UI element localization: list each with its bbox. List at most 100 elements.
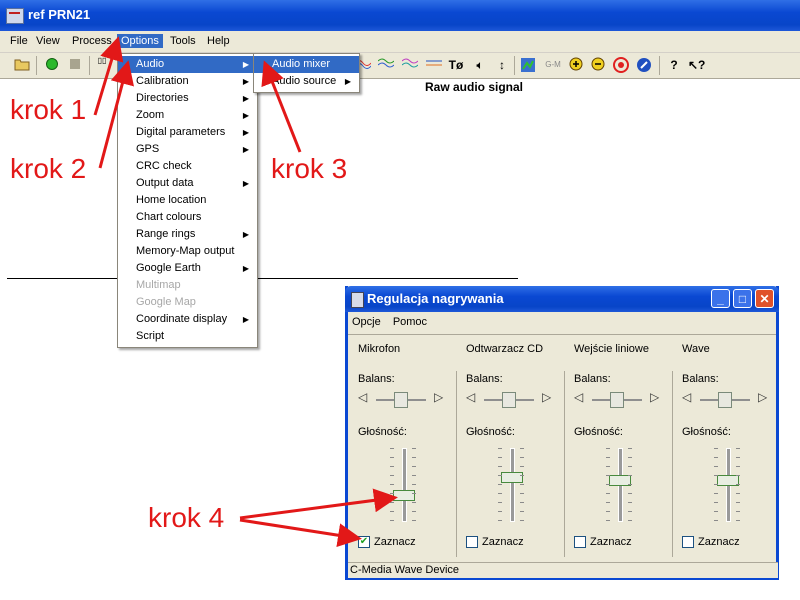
menu-item-script[interactable]: Script (118, 328, 257, 345)
volume-tick (714, 475, 718, 476)
menu-item-gps[interactable]: GPS ▶ (118, 141, 257, 158)
balance-slider[interactable] (718, 392, 732, 408)
menu-item-audio[interactable]: Audio ▶ (118, 56, 257, 73)
wave-blue-icon[interactable] (401, 57, 419, 73)
audio-submenu: Audio mixer Audio source ▶ (253, 53, 360, 93)
speaker-left-icon: ◁ (574, 390, 584, 404)
menu-item-label: Zoom (136, 109, 165, 121)
menu-item-label: Script (136, 330, 165, 342)
zoom-out-icon[interactable] (590, 57, 606, 73)
volume-tick (390, 520, 394, 521)
menu-item-coordinate-display[interactable]: Coordinate display ▶ (118, 311, 257, 328)
menu-item-range-rings[interactable]: Range rings ▶ (118, 226, 257, 243)
volume-tick (606, 466, 610, 467)
menu-item-memory-map-output[interactable]: Memory-Map output (118, 243, 257, 260)
map-icon[interactable] (520, 57, 536, 73)
menu-item-output-data[interactable]: Output data ▶ (118, 175, 257, 192)
volume-tick (628, 457, 632, 458)
menu-item-label: Multimap (136, 279, 181, 291)
menu-options[interactable]: Options (117, 34, 163, 48)
channel-mikrofon: Mikrofon Balans: ◁ ▷ Głośność: ✔ Zaznacz (348, 338, 455, 566)
menu-item-label: Audio source (272, 75, 337, 87)
volume-slider[interactable] (501, 471, 523, 483)
submenu-arrow-icon: ▶ (242, 264, 249, 273)
minimize-button[interactable]: _ (711, 289, 730, 308)
help-icon[interactable]: ? (666, 57, 682, 73)
volume-tick (736, 520, 740, 521)
menu-item-calibration[interactable]: Calibration ▶ (118, 73, 257, 90)
volume-tick (628, 475, 632, 476)
menu-help[interactable]: Help (203, 34, 234, 48)
submenu-arrow-icon: ▶ (242, 230, 249, 239)
volume-tick (628, 484, 632, 485)
speaker-right-icon: ▷ (758, 390, 768, 404)
menu-item-crc-check[interactable]: CRC check (118, 158, 257, 175)
menu-item-audio-mixer[interactable]: Audio mixer (254, 56, 359, 73)
target-icon[interactable] (613, 57, 629, 73)
toolbar-separator (89, 56, 90, 75)
stop-square-icon[interactable] (67, 57, 83, 73)
volume-tick (498, 511, 502, 512)
gm-icon[interactable]: G-M (542, 57, 564, 73)
volume-tick (606, 493, 610, 494)
volume-tick (412, 484, 416, 485)
balance-slider[interactable] (610, 392, 624, 408)
green-circle-icon[interactable] (44, 57, 60, 73)
menu-item-audio-source[interactable]: Audio source ▶ (254, 73, 359, 90)
channel-name: Wave (682, 343, 710, 355)
balance-slider[interactable] (502, 392, 516, 408)
menu-item-digital-parameters[interactable]: Digital parameters ▶ (118, 124, 257, 141)
menu-pomoc[interactable]: Pomoc (393, 316, 427, 328)
app-title: ref PRN21 (28, 7, 91, 22)
arrow-step-4b (239, 518, 362, 548)
wave-green-icon[interactable] (377, 57, 395, 73)
volume-track (510, 448, 515, 522)
menu-item-label: GPS (136, 143, 160, 155)
select-checkbox[interactable]: ✔ (358, 536, 370, 548)
compass-icon[interactable] (636, 57, 652, 73)
menu-item-chart-colours[interactable]: Chart colours (118, 209, 257, 226)
volume-tick (390, 484, 394, 485)
speaker-right-icon: ▷ (434, 390, 444, 404)
menu-item-home-location[interactable]: Home location (118, 192, 257, 209)
maximize-button[interactable]: □ (733, 289, 752, 308)
menu-item-label: Directories (136, 92, 189, 104)
submenu-arrow-icon: ▶ (344, 77, 351, 86)
menu-item-google-earth[interactable]: Google Earth ▶ (118, 260, 257, 277)
annotation-step-4: krok 4 (148, 502, 225, 533)
channel-wejscie-liniowe: Wejście liniowe Balans: ◁ ▷ Głośność: Za… (564, 338, 671, 566)
select-checkbox[interactable] (682, 536, 694, 548)
menu-item-zoom[interactable]: Zoom ▶ (118, 107, 257, 124)
balance-slider[interactable] (394, 392, 408, 408)
submenu-arrow-icon: ▶ (242, 179, 249, 188)
theta-zero-icon[interactable]: Tø (448, 57, 464, 73)
speaker-left-icon: ◁ (682, 390, 692, 404)
volume-tick (606, 484, 610, 485)
whats-this-icon[interactable]: ↖? (688, 57, 705, 73)
zoom-in-icon[interactable] (568, 57, 584, 73)
volume-tick (714, 520, 718, 521)
select-checkbox[interactable] (574, 536, 586, 548)
close-button[interactable]: ✕ (755, 289, 774, 308)
submenu-arrow-icon: ▶ (242, 315, 249, 324)
volume-slider[interactable] (393, 489, 415, 501)
volume-tick (736, 466, 740, 467)
menu-item-directories[interactable]: Directories ▶ (118, 90, 257, 107)
menu-tools[interactable]: Tools (166, 34, 200, 48)
menu-process[interactable]: Process (68, 34, 116, 48)
wave-multi-icon[interactable] (426, 57, 442, 73)
menu-opcje[interactable]: Opcje (352, 316, 381, 328)
scan-icon[interactable]: ▯▯ (94, 57, 110, 73)
volume-tick (390, 475, 394, 476)
volume-tick (628, 511, 632, 512)
dialog-titlebar: Regulacja nagrywania _ □ ✕ (345, 286, 779, 312)
balance-label: Balans: (682, 373, 719, 385)
open-folder-icon[interactable] (14, 57, 30, 73)
select-checkbox[interactable] (466, 536, 478, 548)
menu-file[interactable]: File (6, 34, 32, 48)
menu-view[interactable]: View (32, 34, 64, 48)
speaker-icon[interactable]: 🔈︎ (472, 57, 488, 73)
volume-tick (412, 448, 416, 449)
vertical-arrows-icon[interactable]: ↕ (494, 57, 510, 73)
volume-tick (412, 466, 416, 467)
